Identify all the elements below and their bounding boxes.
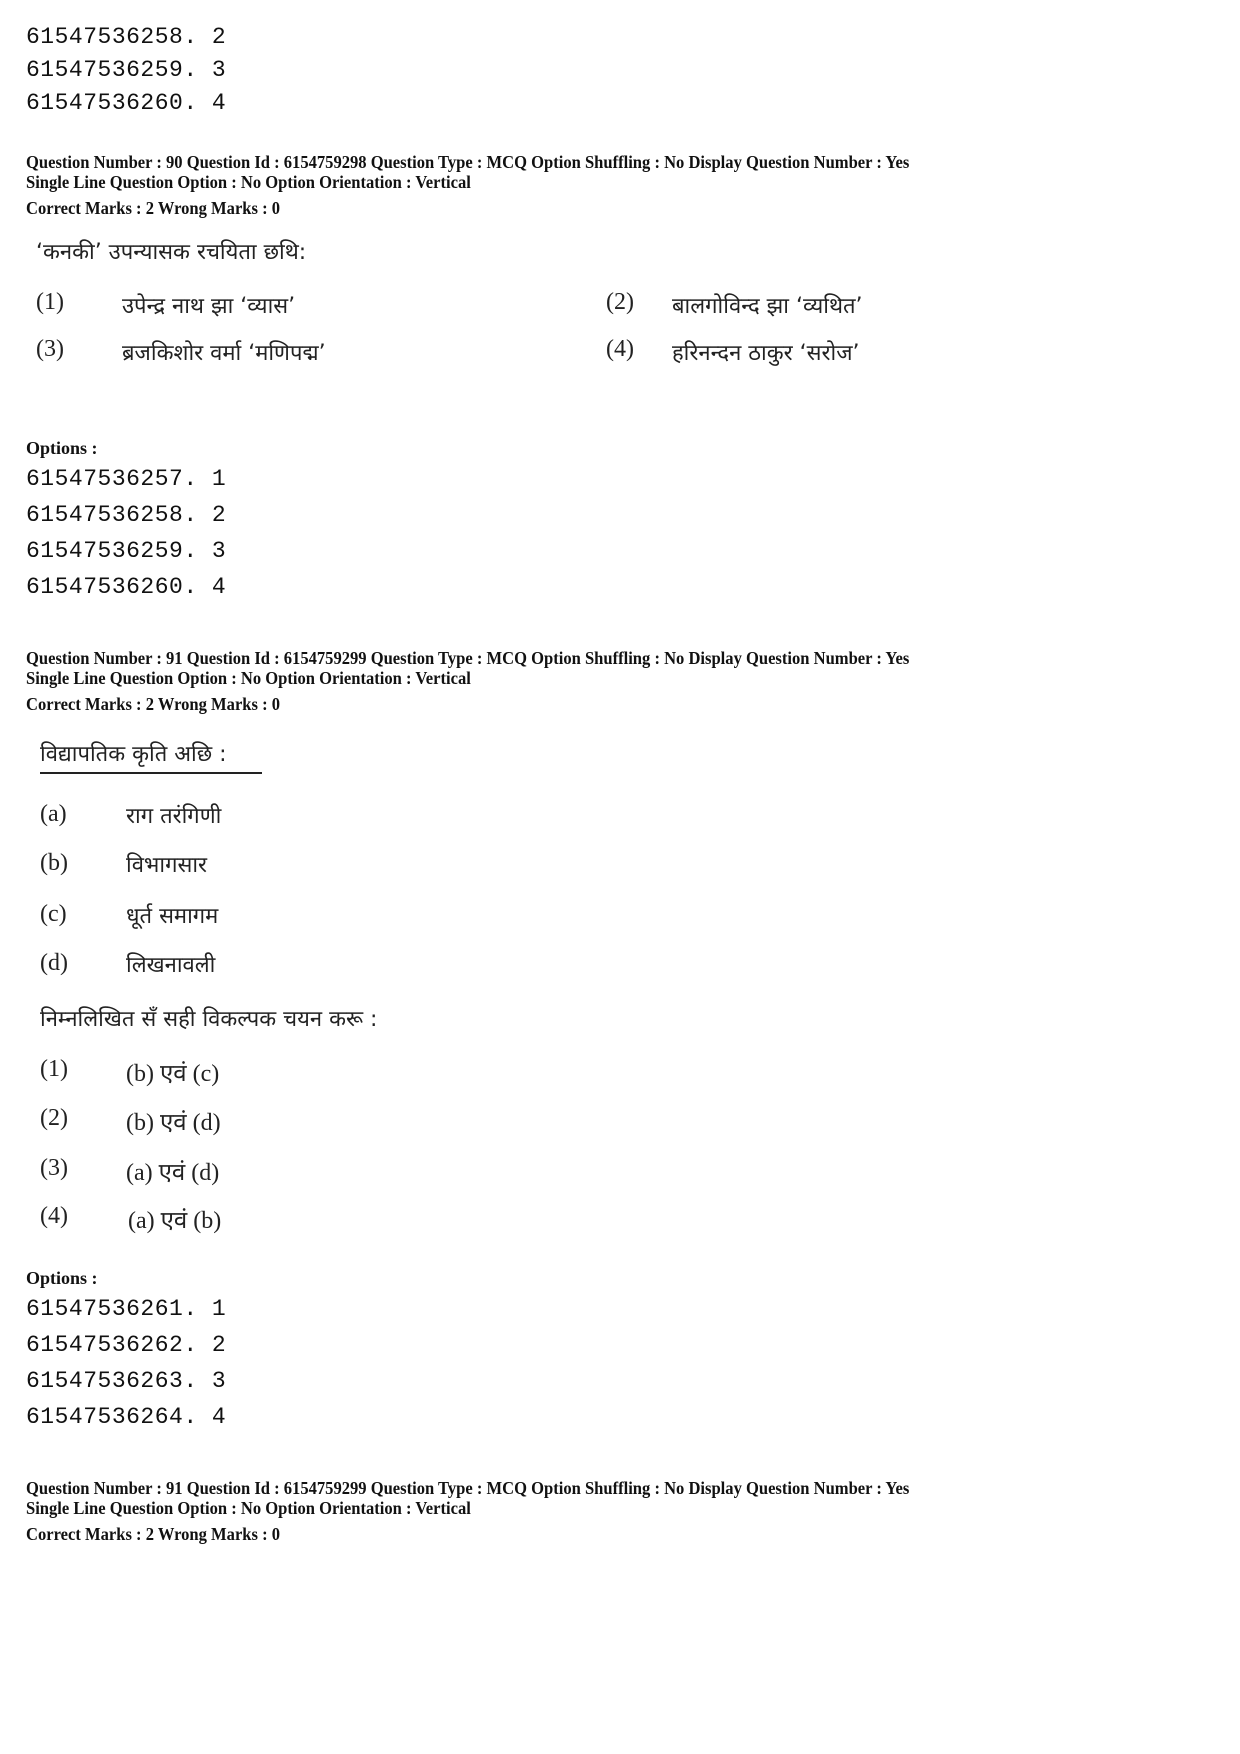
question-instruction: निम्नलिखित सँ सही विकल्पक चयन करू : (40, 1007, 378, 1032)
choice-number: (2) (40, 1105, 68, 1131)
choice-text: उपेन्द्र नाथ झा ‘व्यास’ (122, 294, 296, 319)
choice-number: (1) (40, 1056, 68, 1082)
option-line: 61547536258. 2 (26, 502, 227, 528)
item-label: (c) (40, 901, 67, 927)
question-meta-line1: Question Number : 90 Question Id : 61547… (26, 152, 910, 172)
question-marks: Correct Marks : 2 Wrong Marks : 0 (26, 694, 281, 714)
option-line: 61547536259. 3 (26, 538, 227, 564)
choice-number: (3) (40, 1155, 68, 1181)
choice-text: हरिनन्दन ठाकुर ‘सरोज’ (672, 341, 860, 366)
item-text: लिखनावली (126, 953, 216, 978)
options-label: Options : (26, 438, 98, 458)
choice-text: (b) एवं (c) (126, 1061, 220, 1087)
question-meta-line1: Question Number : 91 Question Id : 61547… (26, 648, 910, 668)
choice-number: (4) (40, 1203, 68, 1229)
option-line: 61547536261. 1 (26, 1296, 227, 1322)
item-text: धूर्त समागम (126, 904, 219, 929)
option-line: 61547536257. 1 (26, 466, 227, 492)
question-marks: Correct Marks : 2 Wrong Marks : 0 (26, 1524, 281, 1544)
choice-number: (3) (36, 336, 64, 362)
item-label: (d) (40, 950, 68, 976)
question-stem: ‘कनकी’ उपन्यासक रचयिता छथि: (36, 240, 307, 265)
question-marks: Correct Marks : 2 Wrong Marks : 0 (26, 198, 281, 218)
option-line: 61547536264. 4 (26, 1404, 227, 1430)
question-meta-line2: Single Line Question Option : No Option … (26, 1498, 471, 1518)
option-line: 61547536260. 4 (26, 90, 227, 116)
choice-number: (4) (606, 336, 634, 362)
choice-text: (a) एवं (d) (126, 1160, 220, 1186)
choice-text: बालगोविन्द झा ‘व्यथित’ (672, 294, 863, 319)
choice-text: ब्रजकिशोर वर्मा ‘मणिपद्म’ (122, 341, 326, 366)
choice-number: (2) (606, 289, 634, 315)
item-text: विभागसार (126, 853, 208, 878)
item-label: (a) (40, 801, 67, 827)
question-meta-line2: Single Line Question Option : No Option … (26, 668, 471, 688)
option-line: 61547536262. 2 (26, 1332, 227, 1358)
question-meta-line2: Single Line Question Option : No Option … (26, 172, 471, 192)
item-label: (b) (40, 850, 68, 876)
choice-text: (a) एवं (b) (128, 1208, 222, 1234)
option-line: 61547536263. 3 (26, 1368, 227, 1394)
options-label: Options : (26, 1268, 98, 1288)
question-stem: विद्यापतिक कृति अछि : (40, 738, 262, 774)
choice-number: (1) (36, 289, 64, 315)
option-line: 61547536258. 2 (26, 24, 227, 50)
question-meta-line1: Question Number : 91 Question Id : 61547… (26, 1478, 910, 1498)
item-text: राग तरंगिणी (126, 804, 222, 829)
option-line: 61547536259. 3 (26, 57, 227, 83)
option-line: 61547536260. 4 (26, 574, 227, 600)
choice-text: (b) एवं (d) (126, 1110, 221, 1136)
